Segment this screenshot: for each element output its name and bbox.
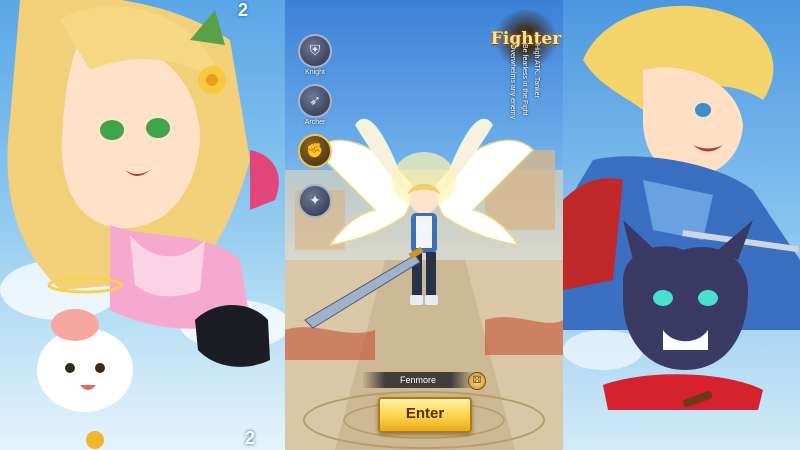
class-knight-button[interactable]: ⛨ Knight [293,34,337,76]
left-promo-panel: 2 2 [0,0,285,450]
corner-number-bottom: 2 [245,428,256,448]
class-description-line-2: Be fearless in the Fight [521,44,528,116]
class-archer-button[interactable]: ➶ Archer [293,84,337,126]
corner-number-top: 2 [238,0,249,20]
character-select-screen: ⛨ Knight ➶ Archer ✊ ✦ Fighter High ATK, … [285,0,563,450]
class-description-line-3: Overwhelms any enemy [509,44,516,120]
class-mage-button[interactable]: ✦ [293,184,337,218]
dice-icon[interactable]: ⚄ [468,372,486,390]
class-fighter-button[interactable]: ✊ [293,134,337,168]
class-knight-label: Knight [305,69,325,76]
class-description-line-1: High ATK, Tanker [533,44,540,98]
class-archer-label: Archer [304,119,326,126]
right-promo-panel [563,0,800,450]
hero-illustration [563,5,800,410]
knight-helmet-icon: ⛨ [298,34,332,68]
character-name-field[interactable]: Fenmore [363,372,473,388]
bow-icon: ➶ [298,84,332,118]
staff-icon: ✦ [298,184,332,218]
enter-button[interactable]: Enter [378,397,472,433]
heroine-illustration [7,0,279,449]
fist-icon: ✊ [298,134,332,168]
